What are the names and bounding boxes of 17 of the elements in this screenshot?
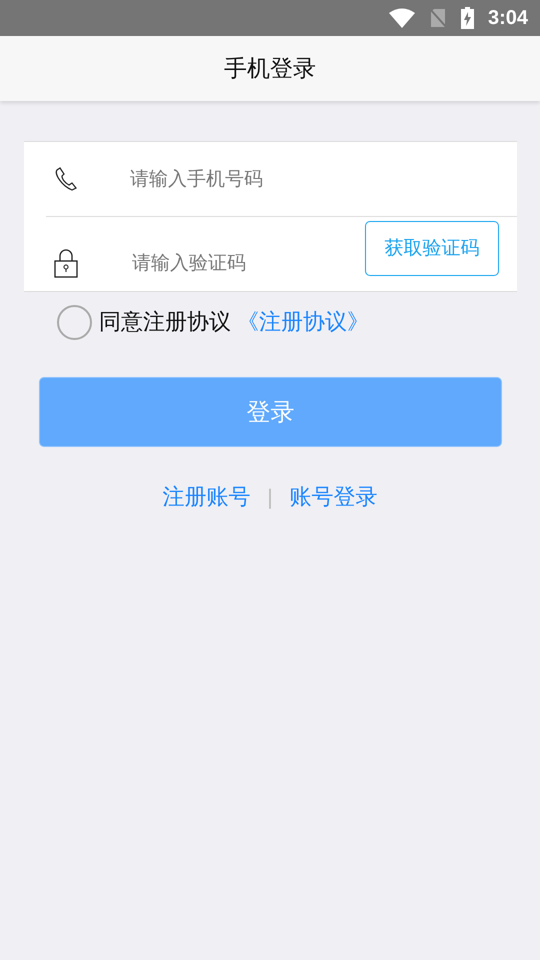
battery-icon: [460, 7, 474, 29]
agree-label: 同意注册协议: [99, 309, 231, 337]
lock-icon: [54, 248, 78, 278]
get-code-button[interactable]: 获取验证码: [365, 220, 499, 276]
agree-radio[interactable]: [57, 304, 92, 340]
link-separator: |: [266, 485, 274, 509]
footer-link[interactable]: 账号登录: [289, 482, 378, 512]
code-input-field[interactable]: 请输入验证码: [132, 246, 365, 280]
wifi-icon: [388, 8, 415, 28]
page-title: 手机登录: [224, 55, 316, 84]
no-sim-icon: [428, 8, 447, 28]
login-button[interactable]: 登录: [39, 377, 502, 447]
footer-link[interactable]: 注册账号: [162, 482, 251, 512]
phone-input-field[interactable]: 请输入手机号码: [130, 162, 499, 196]
phone-icon: [54, 166, 80, 192]
agreement-link[interactable]: 《注册协议》: [237, 307, 369, 337]
clock-time: 3:04: [488, 6, 528, 30]
